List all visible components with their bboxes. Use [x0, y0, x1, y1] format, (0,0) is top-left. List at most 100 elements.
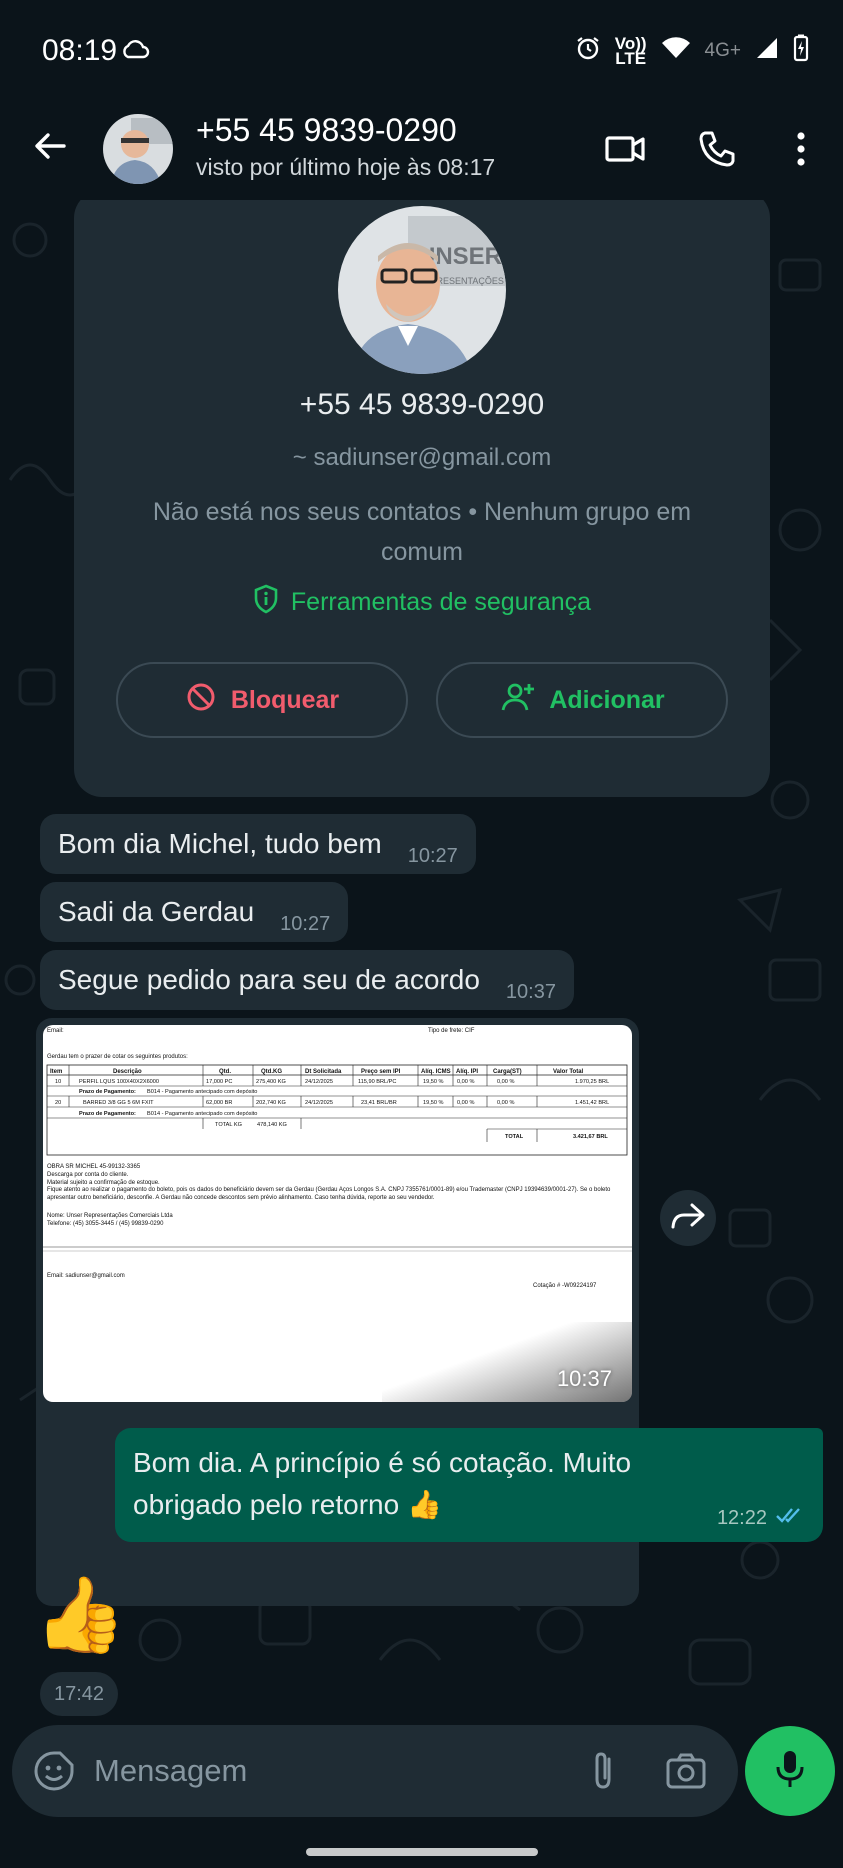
message-time: 10:37	[505, 980, 556, 1003]
last-seen-status: visto por último hoje às 08:17	[196, 154, 496, 180]
doc-payment-value: B014 - Pagamento antecipado com depósito	[147, 1111, 257, 1117]
status-icons: Vo)) LTE 4G+	[575, 34, 809, 67]
doc-col-header: Descrição	[113, 1069, 142, 1075]
doc-email-line: Email: sadiunser@gmail.com	[47, 1273, 125, 1279]
status-time: 08:19	[42, 34, 118, 67]
doc-cell: 19,50 %	[423, 1079, 444, 1085]
profile-photo[interactable]: UNSER REPRESENTAÇÕES	[338, 206, 506, 374]
doc-cell: 17,000 PC	[206, 1079, 232, 1085]
message-time: 17:42	[40, 1672, 119, 1716]
doc-total-value: 3.421,67 BRL	[573, 1134, 608, 1140]
doc-cell: 24/12/2025	[305, 1100, 333, 1106]
profile-email: ~ sadiunser@gmail.com	[292, 444, 552, 471]
security-tools-label: Ferramentas de segurança	[290, 588, 592, 616]
incoming-message[interactable]: Segue pedido para seu de acordo 10:37	[40, 950, 574, 1010]
doc-cell: 0,00 %	[497, 1100, 514, 1106]
forward-icon	[670, 1202, 706, 1235]
profile-contact-note: Não está nos seus contatos • Nenhum grup…	[152, 498, 692, 566]
block-label: Bloquear	[230, 685, 340, 714]
doc-cell: 19,50 %	[423, 1100, 444, 1106]
more-vert-icon[interactable]	[776, 124, 826, 174]
incoming-message[interactable]: Sadi da Gerdau 10:27	[40, 882, 349, 942]
doc-col-header: Qtd.KG	[261, 1069, 282, 1075]
doc-header-right: Tipo de frete: CIF	[428, 1028, 475, 1034]
doc-col-header: Carga(ST)	[493, 1069, 522, 1075]
read-ticks-icon	[775, 1506, 805, 1530]
attach-clip-icon[interactable]	[579, 1747, 627, 1795]
profile-name: +55 45 9839-0290	[299, 388, 545, 421]
doc-payment-value: B014 - Pagamento antecipado com depósito	[147, 1089, 257, 1095]
video-call-icon[interactable]	[600, 124, 650, 174]
doc-cell: 23,41 BRL/BR	[361, 1100, 397, 1106]
chat-header: +55 45 9839-0290 visto por último hoje à…	[0, 100, 843, 200]
message-time: 10:27	[280, 912, 331, 935]
battery-charging-icon	[793, 34, 809, 67]
mic-icon	[770, 1747, 810, 1796]
doc-total-kg-label: TOTAL KG	[215, 1122, 242, 1128]
doc-col-header: Preço sem IPI	[361, 1069, 401, 1075]
volte-indicator: Vo)) LTE	[615, 35, 647, 67]
contact-info-card: UNSER REPRESENTAÇÕES +55 45 9839-0290 ~ …	[74, 200, 770, 797]
doc-col-header: Alíq. ICMS	[421, 1069, 451, 1075]
camera-icon[interactable]	[662, 1747, 710, 1795]
message-text: Bom dia. A princípio é só cotação. Muito…	[133, 1447, 632, 1520]
doc-cell: 115,90 BRL/PC	[358, 1079, 396, 1085]
shield-info-icon	[253, 584, 279, 621]
message-composer	[12, 1725, 738, 1817]
incoming-message[interactable]: Bom dia Michel, tudo bem 10:27	[40, 814, 476, 874]
doc-note: Descarga por conta do cliente.	[47, 1172, 129, 1178]
doc-cell: 0,00 %	[457, 1079, 474, 1085]
doc-cotacao: Cotação # -W09224197	[533, 1283, 597, 1289]
block-icon	[185, 681, 217, 720]
add-contact-label: Adicionar	[549, 685, 665, 714]
message-text: Sadi da Gerdau	[58, 896, 255, 927]
doc-note: Fique atento ao realizar o pagamento do …	[47, 1187, 611, 1201]
add-contact-button[interactable]: Adicionar	[436, 662, 728, 738]
doc-name-line: Nome: Unser Representações Comerciais Lt…	[47, 1213, 173, 1219]
block-button[interactable]: Bloquear	[116, 662, 408, 738]
message-meta: 12:22	[717, 1506, 805, 1530]
doc-col-header: Item	[50, 1069, 62, 1075]
doc-intro: Gerdau tem o prazer de cotar os seguinte…	[47, 1054, 188, 1060]
doc-cell: 202,740 KG	[256, 1100, 286, 1106]
message-time: 12:22	[716, 1506, 767, 1529]
add-person-icon	[499, 682, 535, 719]
doc-total-label: TOTAL	[505, 1134, 524, 1140]
doc-col-header: Dt Solicitada	[305, 1069, 342, 1075]
emoji-message[interactable]: 👍	[34, 1570, 126, 1660]
document-image[interactable]: Email: Tipo de frete: CIF Gerdau tem o p…	[43, 1025, 632, 1402]
mic-button[interactable]	[745, 1726, 835, 1816]
security-tools-link[interactable]: Ferramentas de segurança	[74, 584, 770, 621]
doc-col-header: Qtd.	[219, 1069, 231, 1075]
doc-phone-line: Telefone: (45) 3055-3445 / (45) 99839-02…	[47, 1221, 164, 1227]
outgoing-message[interactable]: Bom dia. A princípio é só cotação. Muito…	[115, 1428, 823, 1542]
doc-cell: 20	[55, 1100, 61, 1106]
forward-button[interactable]	[660, 1190, 716, 1246]
wifi-icon	[661, 36, 691, 65]
doc-total-kg: 478,140 KG	[257, 1122, 287, 1128]
chat-area[interactable]: UNSER REPRESENTAÇÕES +55 45 9839-0290 ~ …	[0, 200, 843, 1725]
doc-obra: OBRA SR MICHEL 45-99132-3365	[47, 1164, 141, 1170]
contact-avatar[interactable]	[103, 114, 173, 184]
contact-name[interactable]: +55 45 9839-0290	[196, 112, 457, 149]
doc-payment-label: Prazo de Pagamento:	[79, 1111, 136, 1117]
doc-cell: 62,000 BR	[206, 1100, 232, 1106]
doc-cell: 275,400 KG	[256, 1079, 286, 1085]
doc-payment-label: Prazo de Pagamento:	[79, 1089, 136, 1095]
doc-header-left: Email:	[47, 1028, 64, 1034]
message-time: 10:27	[407, 844, 458, 867]
signal-icon	[755, 36, 779, 65]
phone-call-icon[interactable]	[692, 124, 742, 174]
alarm-icon	[575, 35, 601, 66]
doc-cell: 1.970,25 BRL	[575, 1079, 609, 1085]
system-nav-bar	[0, 1820, 843, 1868]
emoji-sticker-icon[interactable]	[32, 1749, 76, 1793]
message-input[interactable]	[94, 1741, 574, 1801]
doc-cell: 24/12/2025	[305, 1079, 333, 1085]
doc-cell: 0,00 %	[497, 1079, 514, 1085]
status-bar: 08:19 Vo)) LTE 4G+	[0, 0, 843, 100]
doc-cell: PERFIL LQUS 100X40X2X6000	[79, 1079, 159, 1085]
home-gesture-handle[interactable]	[306, 1848, 538, 1856]
message-time: 10:37	[556, 1366, 612, 1391]
back-arrow-icon[interactable]	[30, 126, 70, 166]
